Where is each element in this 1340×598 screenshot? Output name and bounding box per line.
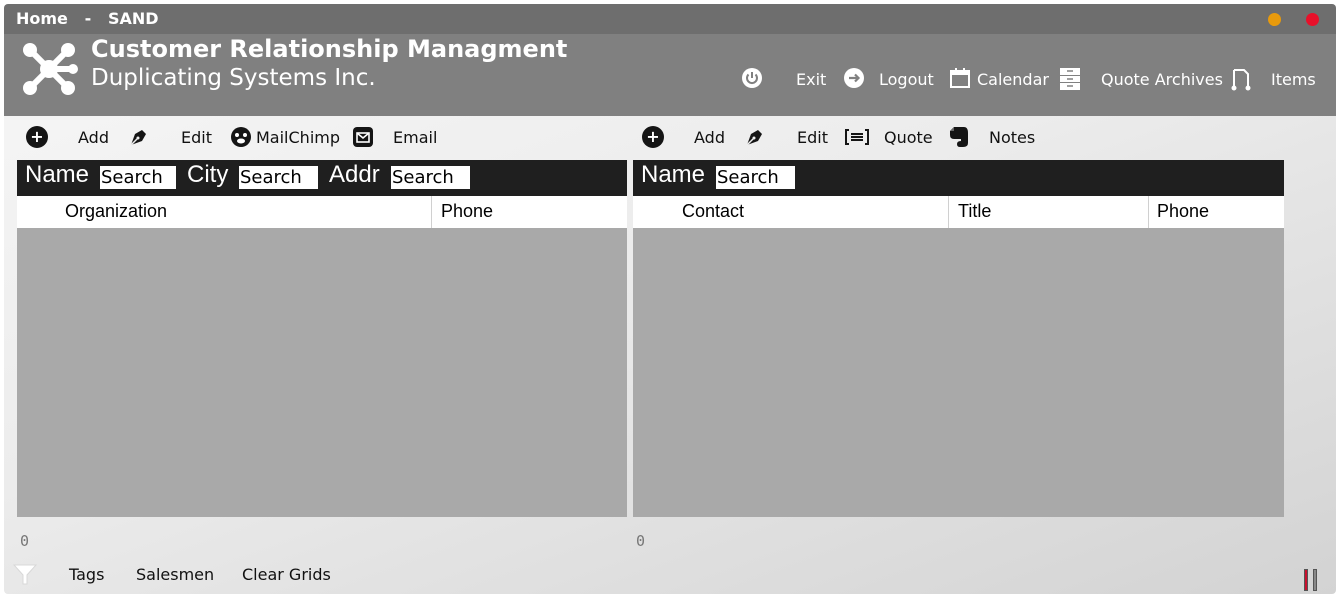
pen-nib-icon[interactable] — [744, 126, 766, 148]
plus-circle-icon[interactable]: + — [642, 126, 664, 148]
quote-archives-button[interactable]: Quote Archives — [1101, 67, 1223, 91]
city-label: City — [187, 161, 229, 188]
evernote-icon[interactable] — [948, 125, 970, 149]
items-button[interactable]: Items — [1271, 67, 1316, 91]
phone-column-header[interactable]: Phone — [431, 196, 627, 228]
mailchimp-icon[interactable] — [230, 126, 252, 148]
minimize-button[interactable] — [1268, 13, 1281, 26]
resize-grip-icon[interactable] — [1304, 569, 1322, 591]
plus-circle-icon[interactable]: + — [26, 126, 48, 148]
pen-nib-icon[interactable] — [128, 126, 150, 148]
contact-search-bar: Name — [633, 160, 1284, 196]
power-icon[interactable] — [741, 67, 763, 89]
app-window: Home - SAND Customer Relationship Managm… — [4, 4, 1336, 594]
organization-search-bar: Name City Addr — [17, 160, 627, 196]
add-organization-button[interactable]: Add — [78, 128, 109, 147]
company-name: Duplicating Systems Inc. — [91, 65, 376, 91]
edit-organization-button[interactable]: Edit — [181, 128, 212, 147]
quote-button[interactable]: Quote — [884, 128, 933, 147]
quote-list-icon[interactable] — [845, 128, 869, 146]
title-separator: - — [84, 9, 92, 28]
logout-button[interactable]: Logout — [879, 67, 934, 91]
calendar-button[interactable]: Calendar — [977, 67, 1049, 91]
organization-column-header[interactable]: Organization — [17, 196, 431, 228]
phone-column-header[interactable]: Phone — [1148, 196, 1284, 228]
name-label: Name — [641, 161, 706, 188]
contact-name-search-input[interactable] — [716, 166, 795, 189]
contact-count: 0 — [636, 532, 646, 550]
exit-button[interactable]: Exit — [796, 67, 826, 91]
window-title: Home - SAND — [16, 9, 159, 28]
contact-grid-header: Contact Title Phone — [633, 196, 1284, 228]
salesmen-link[interactable]: Salesmen — [136, 565, 214, 584]
title-column-header[interactable]: Title — [948, 196, 1148, 228]
city-search-input[interactable] — [239, 166, 318, 189]
organization-grid-header: Organization Phone — [17, 196, 627, 228]
route-icon[interactable] — [1230, 67, 1252, 91]
environment-label: SAND — [107, 9, 159, 28]
organization-grid-body[interactable] — [17, 228, 627, 517]
contact-grid-body[interactable] — [633, 228, 1284, 517]
mailchimp-button[interactable]: MailChimp — [256, 128, 340, 147]
close-button[interactable] — [1306, 13, 1319, 26]
title-bar: Home - SAND — [4, 4, 1336, 34]
app-title: Customer Relationship Managment — [91, 35, 568, 63]
header-banner: Customer Relationship Managment Duplicat… — [4, 34, 1336, 116]
tags-link[interactable]: Tags — [69, 565, 104, 584]
network-hub-icon — [23, 43, 78, 95]
addr-search-input[interactable] — [391, 166, 470, 189]
contact-column-header[interactable]: Contact — [633, 196, 948, 228]
home-link[interactable]: Home — [16, 9, 68, 28]
arrow-right-circle-icon[interactable] — [843, 67, 865, 89]
envelope-icon[interactable] — [352, 126, 374, 148]
email-button[interactable]: Email — [393, 128, 437, 147]
clear-grids-link[interactable]: Clear Grids — [242, 565, 331, 584]
notes-button[interactable]: Notes — [989, 128, 1035, 147]
add-contact-button[interactable]: Add — [694, 128, 725, 147]
filter-icon[interactable] — [13, 562, 37, 586]
organization-count: 0 — [20, 532, 30, 550]
name-search-input[interactable] — [100, 166, 176, 189]
edit-contact-button[interactable]: Edit — [797, 128, 828, 147]
calendar-icon[interactable] — [949, 67, 971, 89]
name-label: Name — [25, 161, 90, 188]
addr-label: Addr — [329, 161, 380, 188]
archive-cabinet-icon[interactable] — [1059, 67, 1081, 91]
